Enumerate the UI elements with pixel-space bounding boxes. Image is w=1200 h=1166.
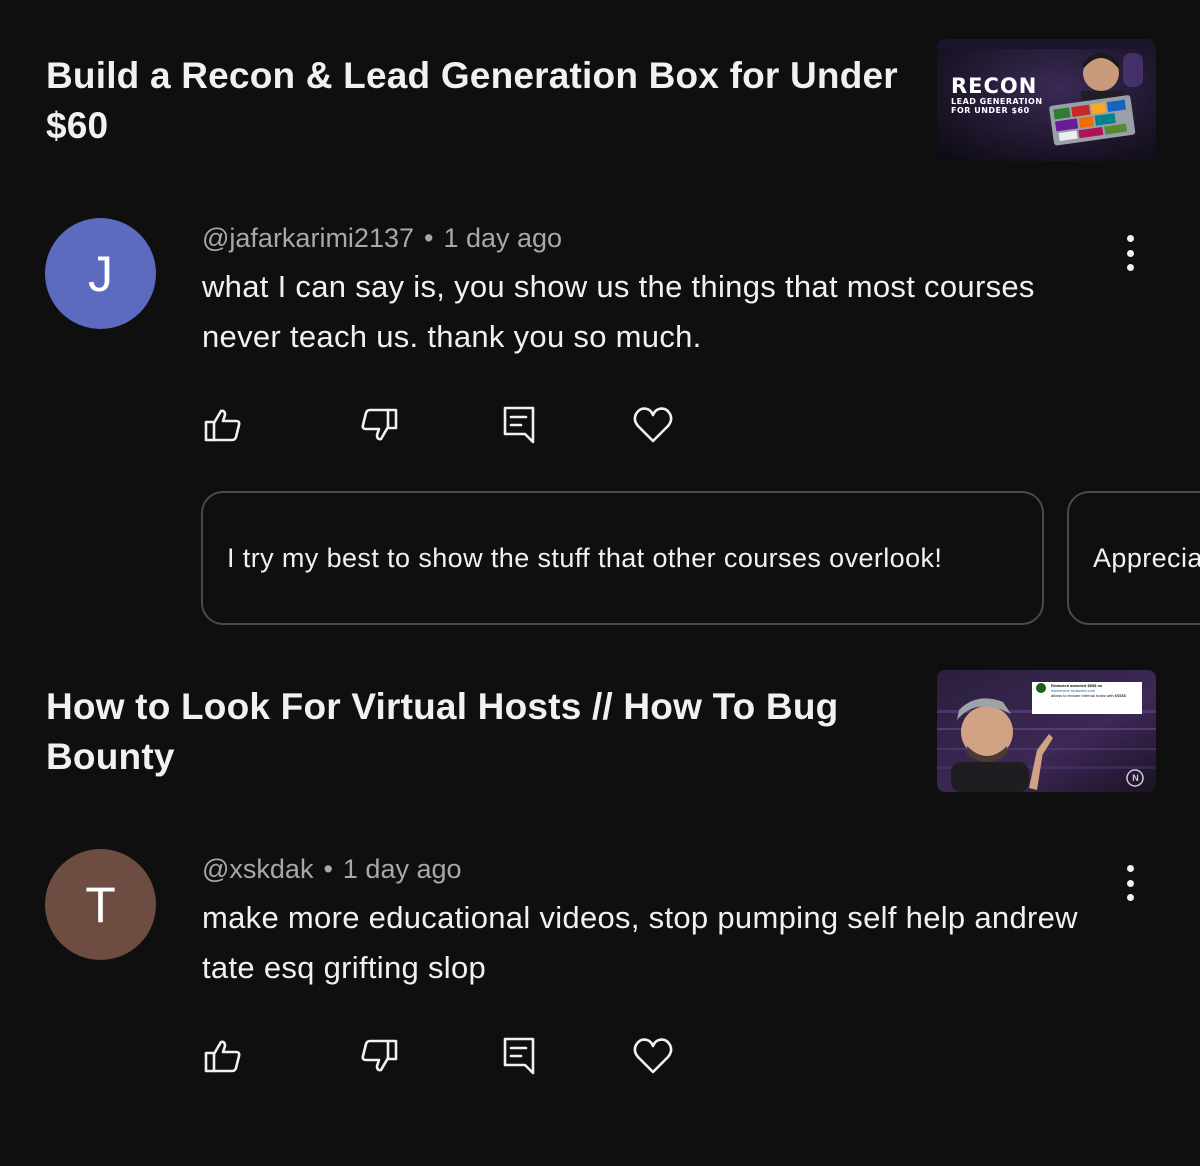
meta-separator: • (424, 223, 434, 253)
thumb-up-icon (204, 1040, 241, 1073)
comment-author[interactable]: @jafarkarimi2137 (202, 223, 414, 253)
thumb-up-icon (204, 409, 241, 442)
comment-time: 1 day ago (443, 223, 563, 253)
video-thumbnail[interactable]: RECON LEAD GENERATION FOR UNDER $60 (937, 39, 1156, 161)
suggested-reply-chip[interactable]: Apprecia (1067, 491, 1200, 625)
suggested-reply-chip[interactable]: I try my best to show the stuff that oth… (201, 491, 1044, 625)
comments-feed: Build a Recon & Lead Generation Box for … (0, 0, 1200, 1166)
thumbnail-headline: RECON (951, 74, 1038, 98)
like-button[interactable] (201, 1034, 245, 1078)
comment-meta: @xskdak • 1 day ago (202, 854, 462, 885)
comment-author[interactable]: @xskdak (202, 854, 313, 884)
meta-separator: • (323, 854, 333, 884)
heart-icon (633, 1038, 673, 1074)
suggested-replies: I try my best to show the stuff that oth… (0, 491, 1200, 625)
avatar-letter: J (88, 245, 113, 302)
thumbnail-popup-text: allows to browse internal hosts with $$$… (1051, 693, 1126, 698)
reply-icon (503, 406, 535, 444)
comment-actions (0, 403, 1200, 453)
comment-actions (0, 1034, 1200, 1084)
channel-logo: N (1132, 773, 1139, 783)
suggested-reply-text: Apprecia (1093, 542, 1200, 573)
suggested-reply-text: I try my best to show the stuff that oth… (227, 542, 943, 573)
video-title[interactable]: Build a Recon & Lead Generation Box for … (46, 51, 906, 151)
thumbnail-caption: RECON LEAD GENERATION FOR UNDER $60 (951, 75, 1061, 115)
comment-text: what I can say is, you show us the thing… (202, 269, 1035, 354)
dislike-button[interactable] (357, 403, 401, 447)
more-vert-icon[interactable] (1112, 861, 1148, 905)
comment-text: make more educational videos, stop pumpi… (202, 900, 1078, 985)
avatar-letter: T (85, 876, 116, 933)
thumb-down-icon (361, 1039, 398, 1072)
thumbnail-popup: Redacted awarded $$$$ on hackerone.redac… (1051, 683, 1139, 698)
video-thumbnail[interactable]: Redacted awarded $$$$ on hackerone.redac… (937, 670, 1156, 792)
heart-button[interactable] (631, 1034, 675, 1078)
heart-icon (633, 407, 673, 443)
reply-button[interactable] (497, 1034, 541, 1078)
like-button[interactable] (201, 403, 245, 447)
thumbnail-subline: LEAD GENERATION (951, 97, 1043, 106)
comment-time: 1 day ago (342, 854, 462, 884)
avatar[interactable]: J (45, 218, 156, 329)
video-title[interactable]: How to Look For Virtual Hosts // How To … (46, 682, 906, 782)
comment-meta: @jafarkarimi2137 • 1 day ago (202, 223, 562, 254)
heart-button[interactable] (631, 403, 675, 447)
thumb-down-icon (361, 408, 398, 441)
reply-icon (503, 1037, 535, 1075)
dislike-button[interactable] (357, 1034, 401, 1078)
reply-button[interactable] (497, 403, 541, 447)
avatar[interactable]: T (45, 849, 156, 960)
thumbnail-subline-2: FOR UNDER $60 (951, 106, 1030, 115)
more-vert-icon[interactable] (1112, 231, 1148, 275)
